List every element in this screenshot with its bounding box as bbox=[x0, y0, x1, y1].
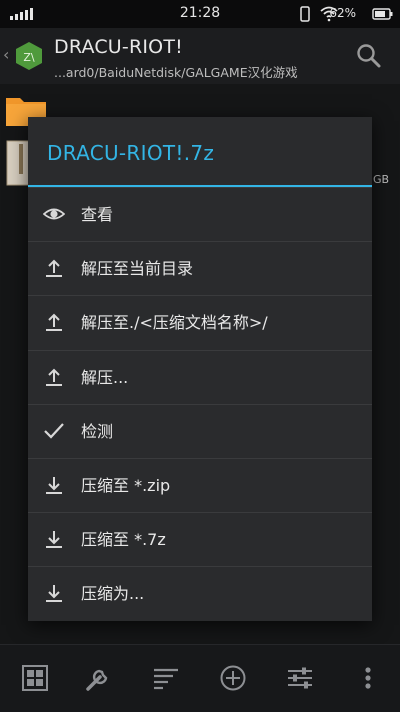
sort-lines-icon[interactable] bbox=[151, 663, 181, 693]
download-arrow-icon bbox=[46, 585, 62, 603]
archive-context-dialog: DRACU-RIOT!.7z 查看 解压至当前目录 解压至./<压缩文档名称>/… bbox=[28, 117, 372, 621]
menu-item-label: 解压至当前目录 bbox=[81, 259, 194, 279]
app-header: ‹ Z\ DRACU-RIOT! ...ard0/BaiduNetdisk/GA… bbox=[0, 28, 400, 84]
add-circle-icon[interactable] bbox=[218, 663, 248, 693]
checkmark-icon bbox=[44, 423, 64, 439]
upload-arrow-icon bbox=[46, 368, 62, 386]
menu-item-compress-7z[interactable]: 压缩至 *.7z bbox=[28, 512, 372, 566]
menu-item-label: 查看 bbox=[81, 205, 114, 224]
wrench-icon[interactable] bbox=[84, 663, 114, 693]
menu-item-compress-as[interactable]: 压缩为... bbox=[28, 566, 372, 620]
menu-item-label: 压缩为... bbox=[81, 584, 145, 604]
battery-icon bbox=[372, 8, 393, 20]
menu-item-view[interactable]: 查看 bbox=[28, 187, 372, 241]
upload-arrow-icon bbox=[46, 259, 62, 278]
eye-icon bbox=[43, 208, 65, 220]
menu-item-label: 解压至./<压缩文档名称>/ bbox=[81, 313, 268, 333]
battery-percent: 62% bbox=[329, 6, 356, 20]
menu-item-compress-zip[interactable]: 压缩至 *.zip bbox=[28, 457, 372, 512]
svg-text:Z\: Z\ bbox=[23, 51, 35, 64]
back-chevron-icon[interactable]: ‹ bbox=[3, 45, 9, 64]
rotation-lock-icon bbox=[300, 6, 310, 22]
menu-item-label: 解压... bbox=[81, 367, 129, 387]
grid-icon[interactable] bbox=[20, 663, 50, 693]
bottom-toolbar bbox=[0, 644, 400, 712]
upload-arrow-icon bbox=[46, 313, 62, 332]
download-arrow-icon bbox=[46, 476, 62, 494]
menu-item-label: 压缩至 *.7z bbox=[81, 530, 166, 550]
sliders-icon[interactable] bbox=[285, 663, 315, 693]
menu-item-label: 检测 bbox=[81, 421, 114, 441]
page-title: DRACU-RIOT! bbox=[54, 36, 183, 58]
menu-item-extract-here[interactable]: 解压至当前目录 bbox=[28, 241, 372, 295]
status-bar: 21:28 62% bbox=[0, 0, 400, 28]
more-vertical-icon[interactable] bbox=[353, 663, 383, 693]
search-icon[interactable] bbox=[354, 41, 384, 71]
dialog-title: DRACU-RIOT!.7z bbox=[28, 117, 372, 187]
zarchiver-logo-icon[interactable]: Z\ bbox=[14, 41, 44, 71]
file-size-peek: GB bbox=[373, 173, 390, 186]
menu-item-extract[interactable]: 解压... bbox=[28, 349, 372, 404]
menu-item-extract-to-folder[interactable]: 解压至./<压缩文档名称>/ bbox=[28, 295, 372, 349]
menu-item-label: 压缩至 *.zip bbox=[81, 475, 171, 495]
breadcrumb-path: ...ard0/BaiduNetdisk/GALGAME汉化游戏 bbox=[54, 65, 298, 80]
download-arrow-icon bbox=[46, 531, 62, 549]
menu-item-test[interactable]: 检测 bbox=[28, 403, 372, 458]
